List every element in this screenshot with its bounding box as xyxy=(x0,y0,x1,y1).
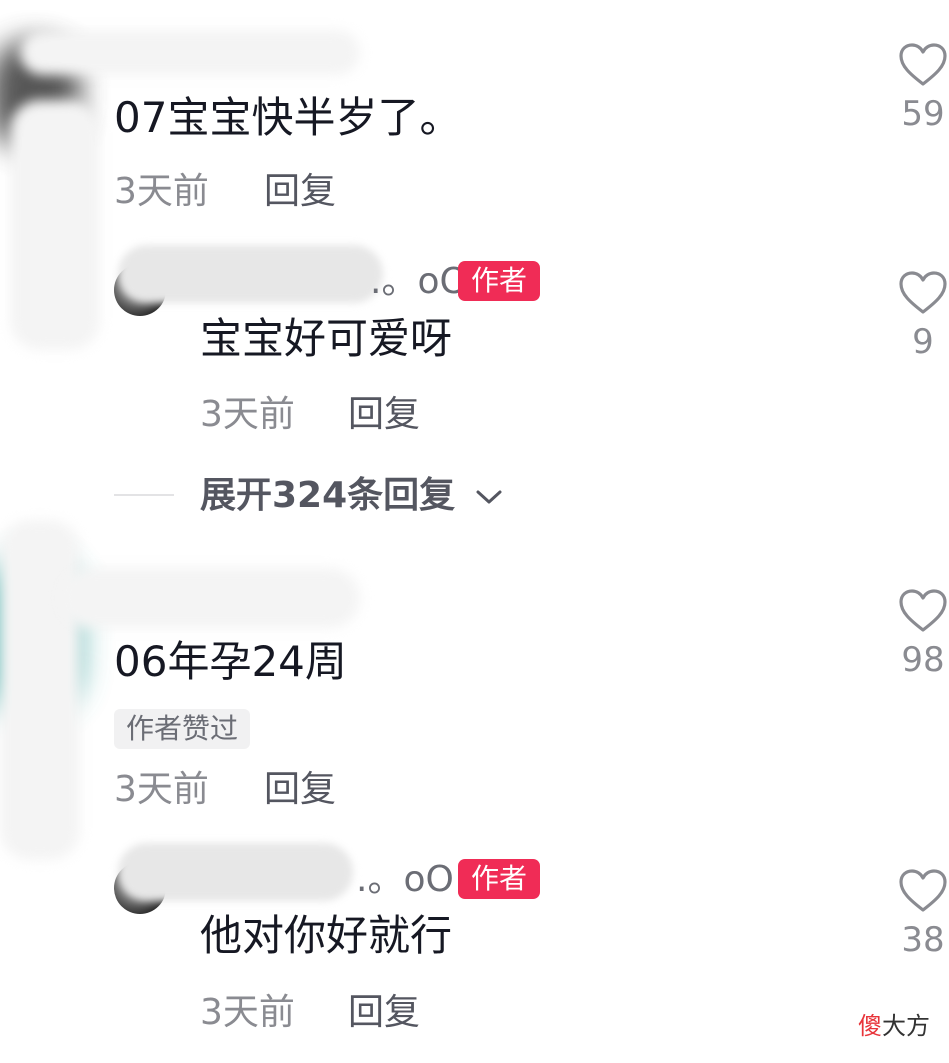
expand-replies-label: 展开324条回复 xyxy=(200,475,456,516)
like-button[interactable]: 59 xyxy=(893,42,949,134)
heart-icon xyxy=(899,589,947,632)
reply-button[interactable]: 回复 xyxy=(348,993,420,1033)
reply-text: 宝宝好可爱呀 xyxy=(200,314,453,363)
author-liked-badge: 作者赞过 xyxy=(114,709,251,749)
reply-time: 3天前 xyxy=(200,992,295,1033)
reply-text: 他对你好就行 xyxy=(200,911,453,960)
comment-time: 3天前 xyxy=(114,769,209,810)
reply-button[interactable]: 回复 xyxy=(264,172,336,212)
reply-username-suffix[interactable]: .。oO xyxy=(370,262,468,302)
avatar-shadow-blur xyxy=(0,520,80,860)
like-button[interactable]: 98 xyxy=(893,588,949,680)
watermark-text: 大方 xyxy=(882,1012,930,1040)
reply-button[interactable]: 回复 xyxy=(264,770,336,810)
heart-icon xyxy=(899,43,947,86)
author-badge: 作者 xyxy=(458,859,541,899)
like-button[interactable]: 9 xyxy=(893,270,949,362)
like-count: 98 xyxy=(901,640,945,680)
like-count: 59 xyxy=(901,94,945,134)
reply-time: 3天前 xyxy=(200,394,295,435)
comment-text: 06年孕24周 xyxy=(114,637,347,686)
reply-username-suffix[interactable]: .。oO xyxy=(356,860,454,900)
comment-time: 3天前 xyxy=(114,171,209,212)
heart-icon xyxy=(899,271,947,314)
like-count: 9 xyxy=(912,322,934,362)
avatar-shadow-blur xyxy=(10,100,100,350)
comment-text: 07宝宝快半岁了。 xyxy=(114,93,462,142)
reply-button[interactable]: 回复 xyxy=(348,395,420,435)
username-blurred[interactable] xyxy=(60,568,360,628)
username-blurred[interactable] xyxy=(20,30,360,75)
watermark-highlight: 傻 xyxy=(858,1012,882,1040)
reply-username-blurred[interactable] xyxy=(118,245,383,303)
heart-icon xyxy=(899,869,947,912)
watermark: 傻大方 xyxy=(858,1012,930,1040)
expand-replies-button[interactable]: 展开324条回复 xyxy=(200,476,504,516)
author-badge: 作者 xyxy=(458,261,541,301)
reply-username-blurred[interactable] xyxy=(118,843,353,901)
like-count: 38 xyxy=(901,920,945,960)
expand-divider xyxy=(114,494,174,496)
chevron-down-icon xyxy=(476,490,502,504)
like-button[interactable]: 38 xyxy=(893,868,949,960)
